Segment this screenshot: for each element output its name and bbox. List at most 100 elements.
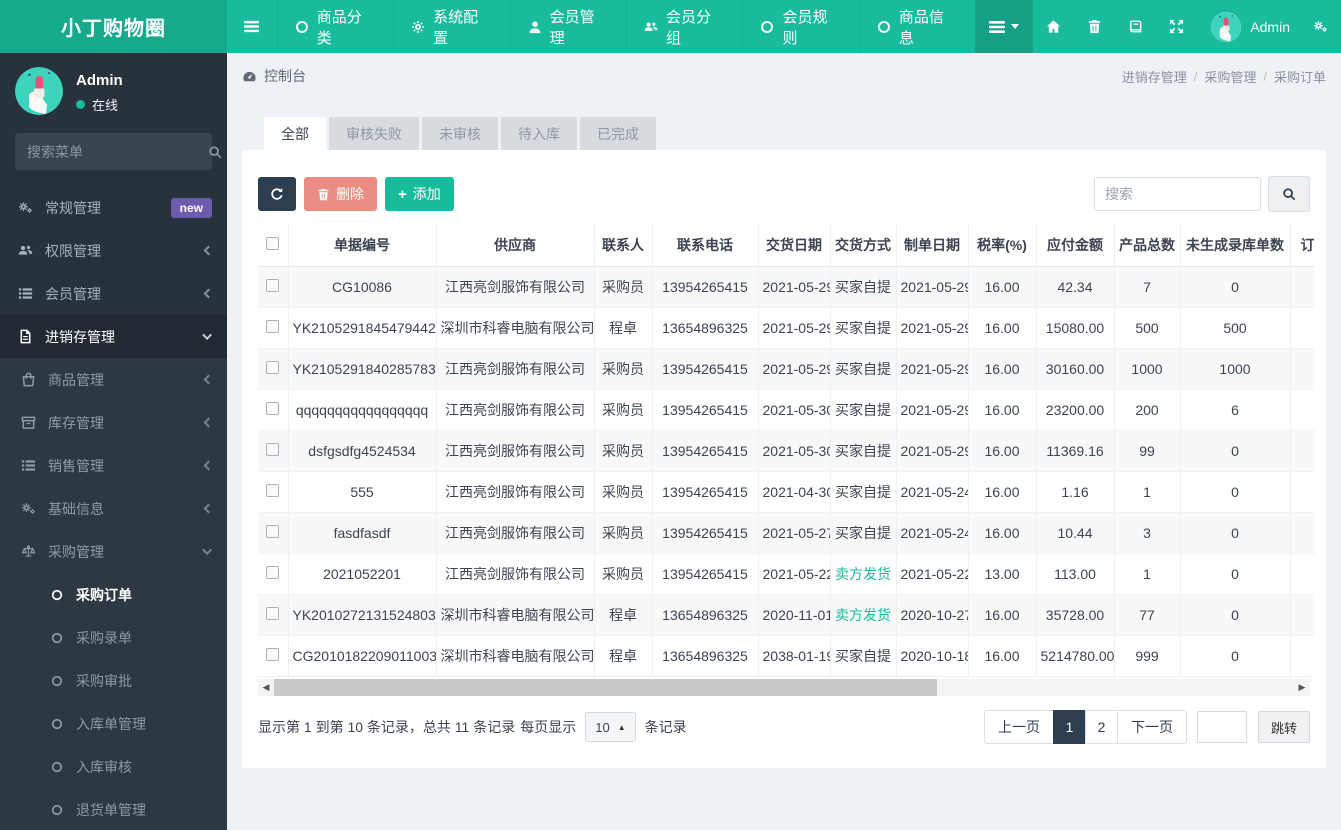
column-header[interactable]: 交货日期 <box>757 224 830 267</box>
scroll-left-arrow[interactable]: ◀ <box>258 679 274 696</box>
sidebar-item[interactable]: 采购审批 <box>0 659 227 702</box>
sidebar-toggle-button[interactable] <box>227 0 277 53</box>
tab[interactable]: 审核失败 <box>329 117 419 150</box>
column-header[interactable]: 单据编号 <box>287 224 436 267</box>
breadcrumb-item[interactable]: 进销存管理 <box>1122 67 1187 86</box>
column-header[interactable]: 联系人 <box>593 224 652 267</box>
column-header[interactable]: 制单日期 <box>895 224 968 267</box>
checkbox-cell <box>258 430 288 472</box>
page-size-select[interactable]: 10 ▲ <box>585 712 636 742</box>
tab[interactable]: 全部 <box>264 117 326 150</box>
sidebar-item[interactable]: 退货单管理 <box>0 788 227 830</box>
nav-item[interactable]: 商品分类 <box>276 0 393 53</box>
column-header[interactable]: 未生成录库单数 <box>1179 224 1290 267</box>
menu-list-dropdown[interactable] <box>975 0 1034 53</box>
table-row[interactable]: YK2105291845479442 深圳市科睿电脑有限公司 程卓 136548963… <box>258 307 1314 349</box>
chevron-left-icon <box>203 503 214 514</box>
row-checkbox[interactable] <box>266 320 280 333</box>
table-row[interactable]: CG2010182209011003 深圳市科睿电脑有限公司 程卓 136548963… <box>258 635 1314 677</box>
jump-page-input[interactable] <box>1196 711 1247 743</box>
nav-item[interactable]: 会员分组 <box>626 0 742 53</box>
table-row[interactable]: YK2010272131524803 深圳市科睿电脑有限公司 程卓 136548963… <box>258 594 1314 636</box>
add-button[interactable]: + 添加 <box>385 177 454 211</box>
table-search-button[interactable] <box>1268 176 1310 212</box>
sidebar-item[interactable]: 权限管理 <box>0 229 227 272</box>
sidebar-item[interactable]: 库存管理 <box>0 401 227 444</box>
sidebar-item[interactable]: 入库审核 <box>0 745 227 788</box>
row-checkbox[interactable] <box>266 525 280 538</box>
nav-item[interactable]: 会员规则 <box>742 0 858 53</box>
row-checkbox[interactable] <box>266 648 280 661</box>
table-row[interactable]: dsfgsdfg4524534 江西亮剑服饰有限公司 采购员 13954265415 2… <box>258 430 1314 472</box>
chevron-down-icon <box>202 330 213 341</box>
row-checkbox[interactable] <box>266 443 280 456</box>
sidebar-item[interactable]: 常规管理 new <box>0 186 227 229</box>
nav-item[interactable]: 会员管理 <box>509 0 626 53</box>
table-row[interactable]: YK2105291840285783 江西亮剑服饰有限公司 采购员 139542654… <box>258 348 1314 390</box>
row-checkbox[interactable] <box>266 361 280 374</box>
sidebar-search-input[interactable] <box>27 143 208 160</box>
breadcrumb-item[interactable]: 采购管理 <box>1204 67 1256 86</box>
cell: 13954265415 <box>651 389 758 431</box>
cell: 2021-05-29 <box>895 307 968 349</box>
sidebar-item[interactable]: 基础信息 <box>0 487 227 530</box>
cell: 0 <box>1179 594 1290 636</box>
sidebar-item[interactable]: 采购录单 <box>0 616 227 659</box>
column-header[interactable]: 订 <box>1289 224 1314 267</box>
page-number-button[interactable]: 2 <box>1084 710 1118 744</box>
row-checkbox[interactable] <box>266 279 280 292</box>
sidebar-item[interactable]: 销售管理 <box>0 444 227 487</box>
nav-item[interactable]: 商品信息 <box>858 0 975 53</box>
column-header[interactable]: 产品总数 <box>1113 224 1180 267</box>
delete-button[interactable]: 删除 <box>304 177 377 211</box>
next-page-button[interactable]: 下一页 <box>1116 710 1187 744</box>
cell: 买家自提 <box>829 635 896 677</box>
nav-item[interactable]: 系统配置 <box>393 0 509 53</box>
trash-button[interactable] <box>1074 0 1115 53</box>
column-header[interactable]: 交货方式 <box>829 224 896 267</box>
jump-button[interactable]: 跳转 <box>1257 711 1310 743</box>
table-search-input[interactable] <box>1094 177 1261 211</box>
column-header[interactable]: 应付金额 <box>1035 224 1114 267</box>
sidebar-item[interactable]: 入库单管理 <box>0 702 227 745</box>
row-checkbox[interactable] <box>266 484 280 497</box>
checkbox-cell <box>258 307 288 349</box>
tab[interactable]: 未审核 <box>422 117 498 150</box>
cell: CG10086 <box>287 266 436 308</box>
table-row[interactable]: CG10086 江西亮剑服饰有限公司 采购员 13954265415 2021-05-2… <box>258 266 1314 308</box>
tab[interactable]: 待入库 <box>501 117 577 150</box>
user-menu[interactable]: Admin <box>1197 11 1300 42</box>
refresh-button[interactable] <box>258 177 296 211</box>
row-checkbox[interactable] <box>266 607 280 620</box>
fullscreen-button[interactable] <box>1156 0 1197 53</box>
tab[interactable]: 已完成 <box>580 117 656 150</box>
column-header[interactable]: 供应商 <box>435 224 594 267</box>
page-number-button[interactable]: 1 <box>1052 710 1086 744</box>
table-row[interactable]: 555 江西亮剑服饰有限公司 采购员 13954265415 2021-04-30 买家自… <box>258 471 1314 513</box>
chevron-down-icon <box>202 545 213 556</box>
prev-page-button[interactable]: 上一页 <box>983 710 1054 744</box>
sidebar-item[interactable]: 进销存管理 <box>0 315 227 358</box>
table-row[interactable]: 2021052201 江西亮剑服饰有限公司 采购员 13954265415 2021-0… <box>258 553 1314 595</box>
cell: YK2105291845479442 <box>287 307 436 349</box>
sidebar-item[interactable]: 采购管理 <box>0 530 227 573</box>
sidebar-item[interactable]: 商品管理 <box>0 358 227 401</box>
scrollbar-thumb[interactable] <box>274 679 937 696</box>
row-checkbox[interactable] <box>266 402 280 415</box>
breadcrumb-path: 进销存管理 / 采购管理 / 采购订单 <box>1122 67 1326 86</box>
sidebar-item-label: 库存管理 <box>48 414 104 431</box>
column-header[interactable]: 联系电话 <box>651 224 758 267</box>
select-all-checkbox[interactable] <box>266 237 280 250</box>
sidebar-item[interactable]: 会员管理 <box>0 272 227 315</box>
table-row[interactable]: qqqqqqqqqqqqqqqqq 江西亮剑服饰有限公司 采购员 1395426541… <box>258 389 1314 431</box>
home-button[interactable] <box>1033 0 1074 53</box>
table-row[interactable]: fasdfasdf 江西亮剑服饰有限公司 采购员 13954265415 2021-05… <box>258 512 1314 554</box>
row-checkbox[interactable] <box>266 566 280 579</box>
settings-button[interactable] <box>1300 0 1341 53</box>
cell: 13.00 <box>967 553 1036 595</box>
log-button[interactable] <box>1115 0 1156 53</box>
column-header[interactable]: 税率(%) <box>967 224 1036 267</box>
scroll-right-arrow[interactable]: ▶ <box>1294 679 1310 696</box>
sidebar-item[interactable]: 采购订单 <box>0 573 227 616</box>
breadcrumb[interactable]: 控制台 <box>242 66 306 86</box>
